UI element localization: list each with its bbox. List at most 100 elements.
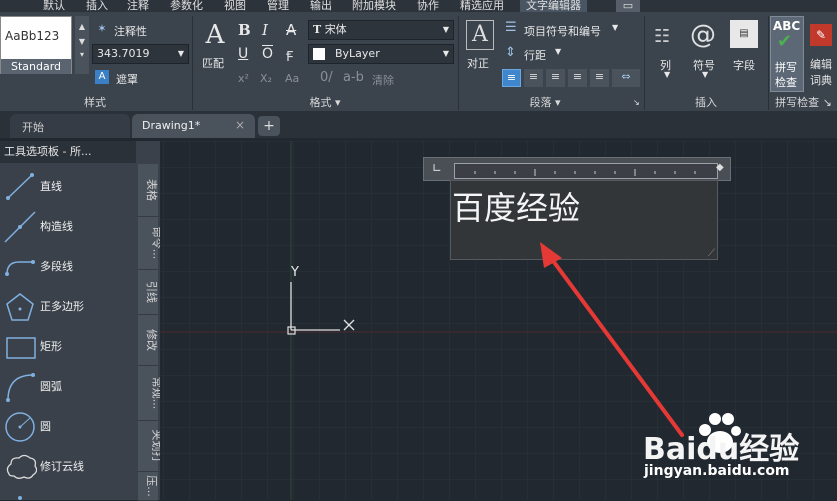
dropdown-arrow-icon[interactable]: ▼ [612,23,618,32]
tracking-icon[interactable]: a-b [343,70,364,85]
tool-rectangle[interactable]: 矩形 [0,326,134,366]
tool-label: 圆弧 [40,380,62,393]
tool-xline[interactable]: 构造线 [0,206,134,246]
menu-tab-output[interactable]: 输出 [310,0,332,12]
font-dropdown[interactable]: T 宋体 ▼ [308,20,454,40]
align-right-icon: ≡ [550,70,561,83]
align-left-icon: ≡ [506,71,517,84]
palette-tab-pressure[interactable]: 压... [138,472,158,501]
ruler-bar [454,163,718,179]
minimize-ribbon-icon[interactable]: ▭ [616,0,640,12]
panel-separator [192,16,193,110]
tool-label: 圆 [40,420,51,433]
menu-tab-addins[interactable]: 附加模块 [352,0,396,12]
oblique-icon[interactable]: 0/ [320,70,333,85]
change-case-button[interactable]: Aa [285,72,299,85]
bold-button[interactable]: B [238,21,251,39]
annotative-label[interactable]: 注释性 [114,23,147,39]
justify-label[interactable]: 对正 [467,55,489,71]
menu-tab-text-editor[interactable]: 文字编辑器 [520,0,587,12]
revision-cloud-icon [6,454,37,479]
tool-polyline[interactable]: 多段线 [0,246,134,286]
subscript-button[interactable]: X₂ [260,72,272,85]
spell-label-1: 拼写 [775,61,797,74]
menu-tab-featured[interactable]: 精选应用 [460,0,504,12]
truetype-icon: T [313,23,322,36]
palette-tab-general[interactable]: 常规... [138,366,163,421]
tool-circle[interactable]: 圆 [0,406,134,446]
style-gallery-scroll[interactable]: ▲ ▼ ▾ [75,16,89,74]
justification-icon: A [466,20,494,50]
text-height-dropdown[interactable]: 343.7019 ▼ [92,44,189,64]
color-dropdown[interactable]: ByLayer ▼ [308,44,454,64]
palette-tab-command[interactable]: 命令... [138,217,163,270]
close-icon[interactable]: × [235,118,245,132]
menu-tab-insert[interactable]: 插入 [86,0,108,12]
menu-tab-manage[interactable]: 管理 [267,0,289,12]
checkmark-icon: ✔ [777,31,793,52]
menu-tab-collaborate[interactable]: 协作 [417,0,439,12]
new-tab-button[interactable]: + [258,116,280,136]
tool-line[interactable]: 直线 [0,166,134,206]
resize-handle-icon[interactable]: ⟋ [708,248,715,259]
mask-label[interactable]: 遮罩 [116,71,138,87]
mtext-content[interactable]: 百度经验 [452,183,580,229]
palette-tab-table[interactable]: 表格 [138,164,158,217]
spell-panel-label: 拼写检查 ↘ [775,96,832,109]
paragraph-panel-label: 段落 ▾ [529,96,561,109]
text-style-gallery[interactable]: AaBb123 Standard [0,16,72,74]
distribute-button[interactable]: ≡ [590,69,609,87]
dropdown-arrow-icon[interactable]: ▼ [664,70,670,79]
tab-start[interactable]: 开始 [10,114,130,138]
palette-tab-modify[interactable]: 修改 [138,315,158,366]
tab-drawing1[interactable]: Drawing1* × [132,114,255,138]
justify-button[interactable]: ≡ [568,69,587,87]
tool-arc[interactable]: 圆弧 [0,366,134,406]
tool-polygon[interactable]: 正多边形 [0,286,134,326]
bullets-label[interactable]: 项目符号和编号 [524,23,601,39]
strikethrough-button[interactable]: A [286,21,296,39]
line-spacing-label[interactable]: 行距 [524,47,546,63]
overline-button[interactable]: O [262,46,273,62]
palette-tab-label: 表格 [145,179,158,201]
align-left-button[interactable]: ≡ [502,69,521,87]
align-center-button[interactable]: ≡ [524,69,543,87]
document-tabs: 开始 Drawing1* × + [0,111,837,138]
style-preview-text: AaBb123 [5,29,60,43]
align-right-button[interactable]: ≡ [546,69,565,87]
text-height-value: 343.7019 [97,47,150,60]
superscript-button[interactable]: x² [238,72,249,85]
field-label[interactable]: 字段 [733,57,755,73]
underline-button[interactable]: U [238,46,248,62]
style-name: Standard [1,59,71,74]
mtext-ruler[interactable]: ∟ ◆ [423,157,731,181]
menu-tab-default[interactable]: 默认 [43,0,65,12]
menu-tab-annotate[interactable]: 注释 [127,0,149,12]
tool-revcloud[interactable]: 修订云线 [0,446,134,486]
color-value: ByLayer [335,47,380,60]
color-swatch [313,48,325,60]
dict-label-2[interactable]: 词典 [810,72,832,88]
palette-tab-hatch[interactable]: 夹划打 [138,421,164,472]
match-label[interactable]: 匹配 [202,55,224,71]
menu-tab-view[interactable]: 视图 [224,0,246,12]
spell-check-button[interactable]: ABC ✔ 拼写 检查 [770,16,804,92]
format-panel-title: 格式 [309,96,332,109]
palette-tab-leader[interactable]: 引线 [138,270,158,315]
paragraph-button[interactable]: ⇔ [612,69,640,87]
arc-icon [6,373,35,402]
dropdown-arrow-icon[interactable]: ▼ [702,70,708,79]
tool-more[interactable] [0,486,134,500]
palette-tab-label: 修改 [145,329,158,351]
ruler-end-icon[interactable]: ◆ [716,162,724,173]
italic-button[interactable]: I [262,21,268,39]
dialog-launcher-icon[interactable]: ↘ [633,98,640,107]
clear-button[interactable]: 清除 [372,72,394,88]
ruler-ticks [474,169,696,176]
dict-label-1[interactable]: 编辑 [810,56,832,72]
tool-label: 矩形 [40,340,62,353]
dropdown-arrow-icon[interactable]: ▼ [555,47,561,56]
menu-tab-parametric[interactable]: 参数化 [170,0,203,12]
circle-icon [5,412,35,442]
font-case-icon[interactable]: Ꞙ [286,47,293,66]
